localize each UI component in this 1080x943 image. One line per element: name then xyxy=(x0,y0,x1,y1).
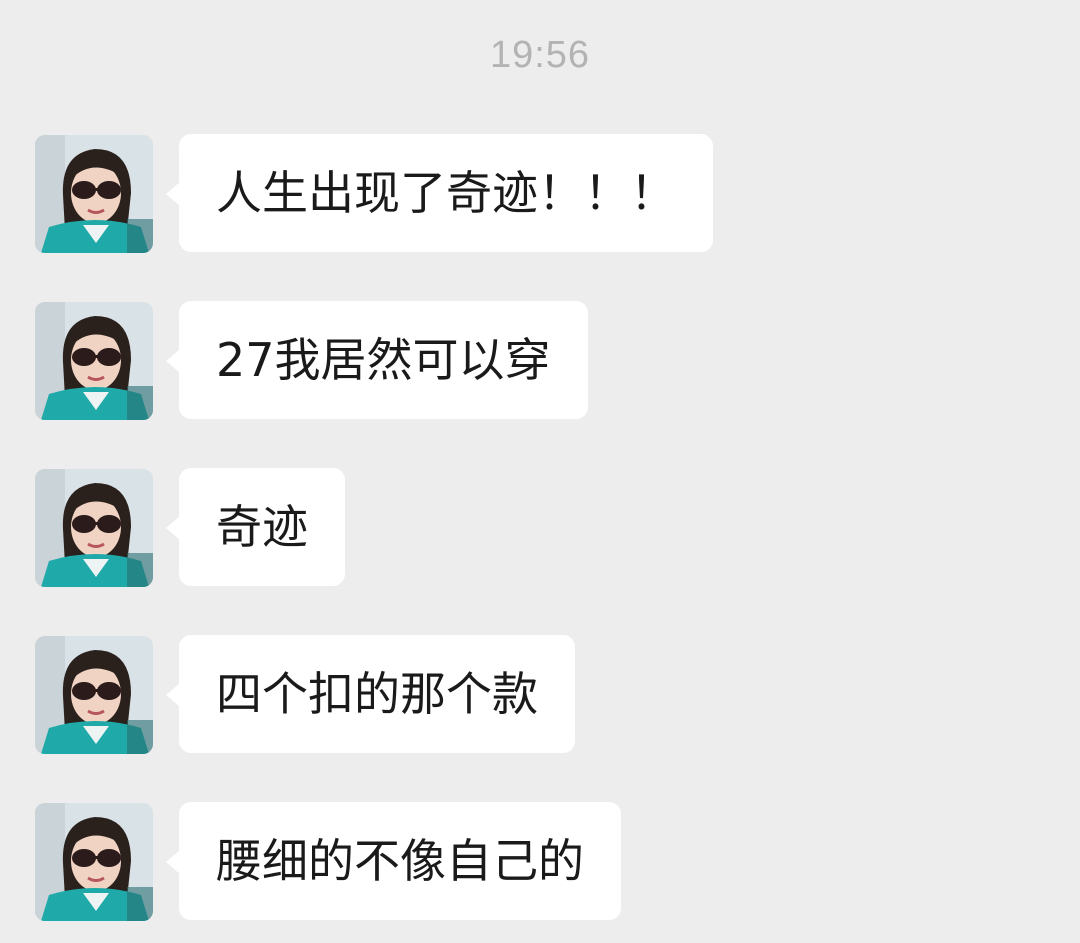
message-bubble[interactable]: 人生出现了奇迹！！！ xyxy=(166,134,713,252)
message-row: 人生出现了奇迹！！！ xyxy=(0,134,1080,254)
message-row: 腰细的不像自己的 xyxy=(0,802,1080,922)
user-avatar-icon xyxy=(35,469,153,587)
avatar[interactable] xyxy=(35,469,153,587)
user-avatar-icon xyxy=(35,636,153,754)
avatar[interactable] xyxy=(35,302,153,420)
message-text: 腰细的不像自己的 xyxy=(216,834,584,888)
user-avatar-icon xyxy=(35,302,153,420)
message-text: 人生出现了奇迹！！！ xyxy=(216,166,676,220)
message-bubble[interactable]: 腰细的不像自己的 xyxy=(166,802,621,920)
message-text: 奇迹 xyxy=(216,500,308,554)
message-row: 四个扣的那个款 xyxy=(0,635,1080,755)
message-bubble[interactable]: 27我居然可以穿 xyxy=(166,301,588,419)
user-avatar-icon xyxy=(35,135,153,253)
user-avatar-icon xyxy=(35,803,153,921)
avatar[interactable] xyxy=(35,636,153,754)
message-row: 奇迹 xyxy=(0,468,1080,588)
message-bubble[interactable]: 奇迹 xyxy=(166,468,345,586)
message-bubble[interactable]: 四个扣的那个款 xyxy=(166,635,575,753)
avatar[interactable] xyxy=(35,803,153,921)
message-text: 27我居然可以穿 xyxy=(216,333,551,387)
avatar[interactable] xyxy=(35,135,153,253)
message-row: 27我居然可以穿 xyxy=(0,301,1080,421)
message-text: 四个扣的那个款 xyxy=(216,667,538,721)
chat-timestamp: 19:56 xyxy=(489,34,591,76)
